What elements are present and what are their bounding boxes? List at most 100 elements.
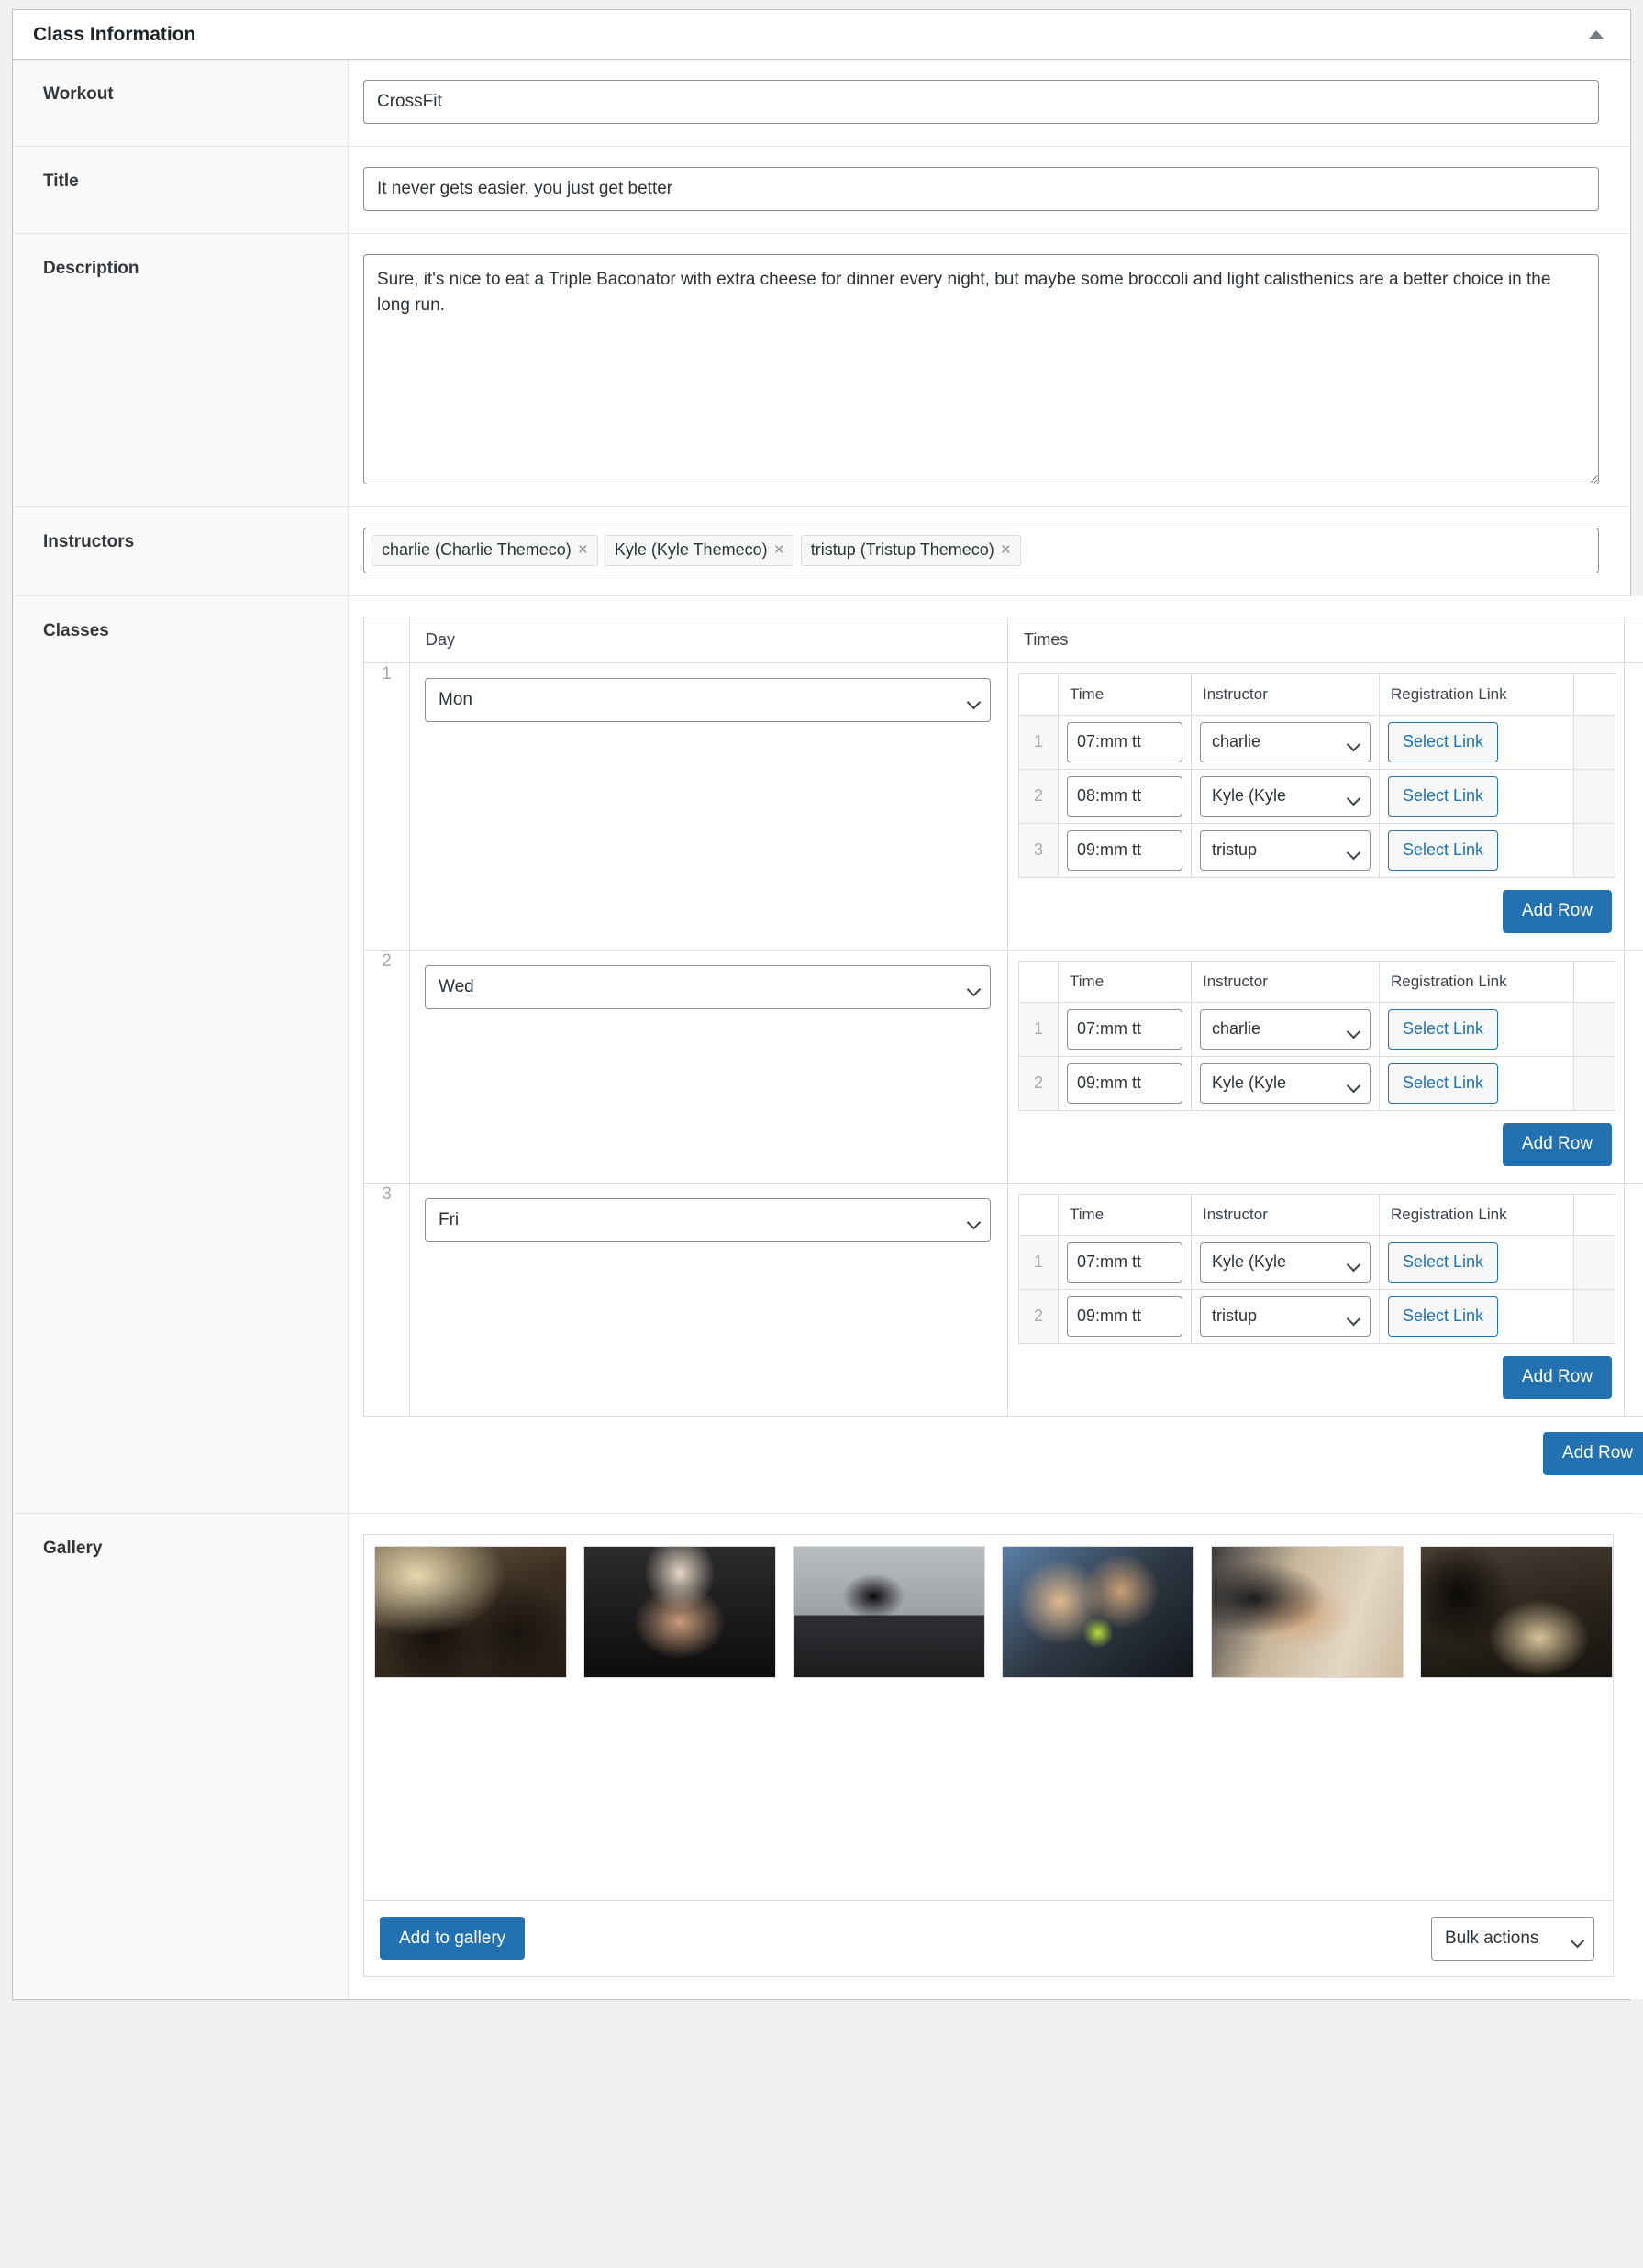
time-cell (1059, 1056, 1192, 1110)
select-link-button[interactable]: Select Link (1388, 1296, 1498, 1337)
add-to-gallery-button[interactable]: Add to gallery (380, 1917, 525, 1960)
table-row: 3 Fri (364, 1183, 1643, 1416)
caret-up-icon[interactable] (1582, 21, 1610, 49)
gallery-thumbnail[interactable] (583, 1546, 776, 1678)
day-select-value: Fri (425, 1198, 991, 1242)
close-icon[interactable]: × (578, 541, 588, 559)
gallery-empty-space (364, 1687, 1613, 1900)
time-row-handle[interactable]: 2 (1019, 769, 1059, 823)
instructor-select-value: tristup (1200, 1296, 1371, 1337)
gallery-body: Add to gallery Bulk actions (349, 1514, 1643, 1999)
instructor-select[interactable]: tristup (1200, 830, 1371, 871)
time-row-handle[interactable]: 1 (1019, 1235, 1059, 1289)
registration-cell: Select Link (1380, 1002, 1574, 1056)
row-trail (1625, 950, 1643, 1183)
day-select[interactable]: Wed (425, 965, 991, 1009)
select-link-button[interactable]: Select Link (1388, 722, 1498, 762)
time-row-trail (1574, 1056, 1615, 1110)
gallery-thumbnail[interactable] (1002, 1546, 1194, 1678)
add-row-button[interactable]: Add Row (1503, 1123, 1612, 1166)
select-link-button[interactable]: Select Link (1388, 830, 1498, 871)
gallery-thumbnail-strip (364, 1535, 1613, 1687)
select-link-button[interactable]: Select Link (1388, 1009, 1498, 1050)
instructor-select[interactable]: charlie (1200, 1009, 1371, 1050)
time-row-handle[interactable]: 1 (1019, 715, 1059, 769)
time-input[interactable] (1067, 722, 1182, 762)
times-header-row: Time Instructor Registration Link (1019, 1194, 1615, 1235)
title-body (349, 147, 1630, 233)
gallery-thumbnail[interactable] (1211, 1546, 1404, 1678)
workout-input[interactable] (363, 80, 1599, 124)
time-row: 1 charlie (1019, 1002, 1615, 1056)
times-registration-header: Registration Link (1380, 961, 1574, 1002)
instructor-tag-label: Kyle (Kyle Themeco) (615, 540, 768, 561)
instructor-tag-label: tristup (Tristup Themeco) (811, 540, 994, 561)
row-handle[interactable]: 3 (364, 1183, 410, 1416)
gallery-label: Gallery (13, 1514, 349, 1999)
gallery-thumbnail[interactable] (793, 1546, 985, 1678)
day-select-value: Wed (425, 965, 991, 1009)
time-row: 1 Kyle (Kyle (1019, 1235, 1615, 1289)
time-row: 2 Kyle (Kyle (1019, 1056, 1615, 1110)
instructor-cell: Kyle (Kyle (1192, 1056, 1380, 1110)
instructor-select[interactable]: Kyle (Kyle (1200, 1063, 1371, 1104)
gallery-thumbnail[interactable] (1420, 1546, 1613, 1678)
instructors-tag-field[interactable]: charlie (Charlie Themeco) × Kyle (Kyle T… (363, 528, 1599, 573)
day-select[interactable]: Fri (425, 1198, 991, 1242)
instructor-select[interactable]: Kyle (Kyle (1200, 1242, 1371, 1283)
classes-add-row-bar: Add Row (363, 1417, 1643, 1491)
instructor-cell: charlie (1192, 1002, 1380, 1056)
add-row-button[interactable]: Add Row (1543, 1432, 1643, 1475)
time-row-handle[interactable]: 3 (1019, 823, 1059, 877)
times-add-row-bar: Add Row (1018, 1344, 1614, 1404)
instructor-select[interactable]: tristup (1200, 1296, 1371, 1337)
description-textarea[interactable]: Sure, it's nice to eat a Triple Baconato… (363, 254, 1599, 484)
metabox-header: Class Information (13, 10, 1630, 60)
bulk-actions-select[interactable]: Bulk actions (1431, 1917, 1594, 1961)
instructor-select-value: charlie (1200, 1009, 1371, 1050)
select-link-button[interactable]: Select Link (1388, 1063, 1498, 1104)
time-row-handle[interactable]: 2 (1019, 1289, 1059, 1343)
time-cell (1059, 1235, 1192, 1289)
classes-times-header: Times (1008, 617, 1625, 662)
instructor-tag[interactable]: Kyle (Kyle Themeco) × (605, 535, 794, 566)
time-row-handle[interactable]: 2 (1019, 1056, 1059, 1110)
registration-cell: Select Link (1380, 823, 1574, 877)
times-table: Time Instructor Registration Link (1018, 961, 1615, 1111)
time-input[interactable] (1067, 1063, 1182, 1104)
close-icon[interactable]: × (774, 541, 784, 559)
times-header-row: Time Instructor Registration Link (1019, 961, 1615, 1002)
instructor-select[interactable]: Kyle (Kyle (1200, 776, 1371, 817)
add-row-button[interactable]: Add Row (1503, 890, 1612, 933)
time-row-handle[interactable]: 1 (1019, 1002, 1059, 1056)
admin-page: Class Information Workout Title Descript… (0, 0, 1643, 2268)
select-link-button[interactable]: Select Link (1388, 1242, 1498, 1283)
instructor-tag-label: charlie (Charlie Themeco) (382, 540, 572, 561)
instructor-tag[interactable]: charlie (Charlie Themeco) × (372, 535, 598, 566)
time-input[interactable] (1067, 1009, 1182, 1050)
time-input[interactable] (1067, 1296, 1182, 1337)
gallery-thumbnail[interactable] (374, 1546, 567, 1678)
registration-cell: Select Link (1380, 1056, 1574, 1110)
instructor-select[interactable]: charlie (1200, 722, 1371, 762)
times-handle-header (1019, 673, 1059, 715)
time-row-trail (1574, 1235, 1615, 1289)
day-select[interactable]: Mon (425, 678, 991, 722)
times-instructor-header: Instructor (1192, 961, 1380, 1002)
row-handle[interactable]: 2 (364, 950, 410, 1183)
time-input[interactable] (1067, 830, 1182, 871)
row-handle[interactable]: 1 (364, 662, 410, 950)
row-trail (1625, 1183, 1643, 1416)
select-link-button[interactable]: Select Link (1388, 776, 1498, 817)
field-row-classes: Classes Day Times (13, 596, 1630, 1514)
instructors-body: charlie (Charlie Themeco) × Kyle (Kyle T… (349, 507, 1630, 595)
close-icon[interactable]: × (1001, 541, 1011, 559)
add-row-button[interactable]: Add Row (1503, 1356, 1612, 1399)
title-input[interactable] (363, 167, 1599, 211)
time-input[interactable] (1067, 1242, 1182, 1283)
instructor-select-value: Kyle (Kyle (1200, 1242, 1371, 1283)
instructor-tag[interactable]: tristup (Tristup Themeco) × (801, 535, 1021, 566)
time-cell (1059, 715, 1192, 769)
time-input[interactable] (1067, 776, 1182, 817)
time-cell (1059, 1289, 1192, 1343)
